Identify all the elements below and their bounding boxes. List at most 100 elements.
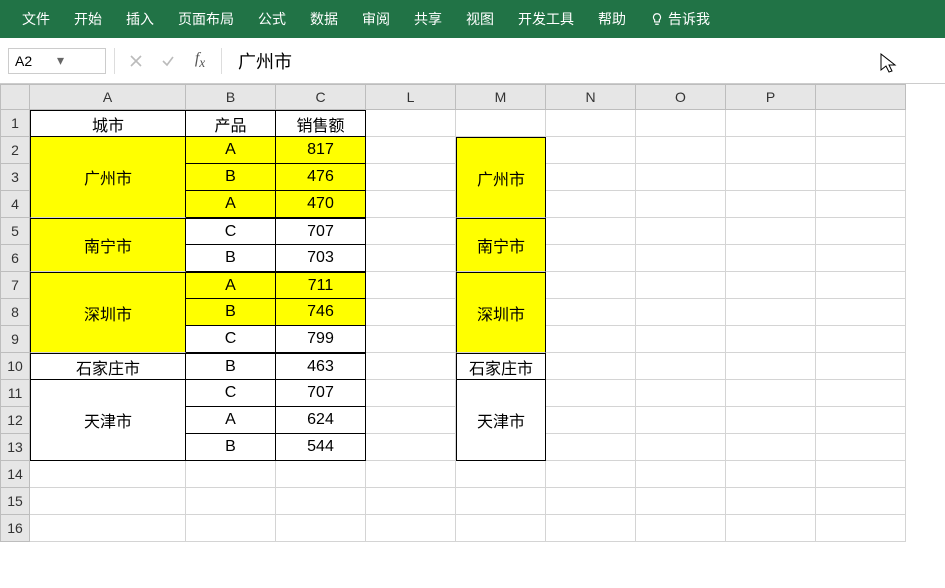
cell[interactable] bbox=[366, 434, 456, 461]
cell[interactable] bbox=[726, 191, 816, 218]
cell[interactable]: A bbox=[186, 407, 276, 434]
tab-insert[interactable]: 插入 bbox=[114, 0, 166, 38]
cell[interactable] bbox=[546, 299, 636, 326]
tab-page-layout[interactable]: 页面布局 bbox=[166, 0, 246, 38]
cell[interactable] bbox=[726, 353, 816, 380]
cell[interactable] bbox=[276, 488, 366, 515]
cell[interactable] bbox=[546, 110, 636, 137]
tab-share[interactable]: 共享 bbox=[402, 0, 454, 38]
cell-merged[interactable]: 深圳市 bbox=[456, 272, 546, 353]
cell[interactable] bbox=[546, 218, 636, 245]
cell[interactable] bbox=[546, 326, 636, 353]
row-header[interactable]: 8 bbox=[0, 299, 30, 326]
cell[interactable] bbox=[366, 407, 456, 434]
tab-help[interactable]: 帮助 bbox=[586, 0, 638, 38]
cell[interactable]: 石家庄市 bbox=[30, 353, 186, 380]
select-all-corner[interactable] bbox=[0, 84, 30, 110]
fx-button[interactable]: fx bbox=[187, 48, 213, 74]
cell[interactable] bbox=[30, 515, 186, 542]
cell[interactable] bbox=[726, 407, 816, 434]
cell[interactable] bbox=[546, 515, 636, 542]
row-header[interactable]: 2 bbox=[0, 137, 30, 164]
row-header[interactable]: 1 bbox=[0, 110, 30, 137]
row-header[interactable]: 7 bbox=[0, 272, 30, 299]
cell[interactable]: C bbox=[186, 326, 276, 353]
cell[interactable] bbox=[456, 110, 546, 137]
cell[interactable]: A bbox=[186, 272, 276, 299]
cell[interactable] bbox=[366, 137, 456, 164]
cell[interactable] bbox=[636, 164, 726, 191]
cell[interactable] bbox=[636, 326, 726, 353]
cell[interactable] bbox=[546, 461, 636, 488]
cell-merged[interactable]: 天津市 bbox=[456, 380, 546, 461]
cell[interactable] bbox=[186, 515, 276, 542]
cell[interactable] bbox=[546, 164, 636, 191]
row-header[interactable]: 3 bbox=[0, 164, 30, 191]
cell[interactable] bbox=[636, 137, 726, 164]
cell[interactable] bbox=[726, 110, 816, 137]
tab-view[interactable]: 视图 bbox=[454, 0, 506, 38]
cell[interactable]: 711 bbox=[276, 272, 366, 299]
row-header[interactable]: 10 bbox=[0, 353, 30, 380]
cell[interactable]: B bbox=[186, 434, 276, 461]
tab-file[interactable]: 文件 bbox=[10, 0, 62, 38]
cell[interactable] bbox=[456, 515, 546, 542]
cell[interactable]: 销售额 bbox=[276, 110, 366, 137]
cell-merged[interactable]: 南宁市 bbox=[456, 218, 546, 272]
col-header-O[interactable]: O bbox=[636, 84, 726, 110]
cell[interactable] bbox=[816, 353, 906, 380]
cell[interactable] bbox=[636, 380, 726, 407]
cell[interactable] bbox=[726, 137, 816, 164]
tab-home[interactable]: 开始 bbox=[62, 0, 114, 38]
cell[interactable] bbox=[816, 488, 906, 515]
cell[interactable] bbox=[366, 380, 456, 407]
cell[interactable] bbox=[726, 299, 816, 326]
cell[interactable] bbox=[636, 461, 726, 488]
row-header[interactable]: 13 bbox=[0, 434, 30, 461]
cell[interactable] bbox=[456, 461, 546, 488]
cell[interactable] bbox=[546, 353, 636, 380]
row-header[interactable]: 14 bbox=[0, 461, 30, 488]
col-header-M[interactable]: M bbox=[456, 84, 546, 110]
cell[interactable]: 624 bbox=[276, 407, 366, 434]
cell[interactable] bbox=[726, 245, 816, 272]
cell[interactable] bbox=[816, 191, 906, 218]
cell[interactable] bbox=[636, 407, 726, 434]
cell-merged[interactable]: 南宁市 bbox=[30, 218, 186, 272]
cell[interactable] bbox=[366, 110, 456, 137]
cell[interactable] bbox=[816, 380, 906, 407]
cell-merged[interactable]: 广州市 bbox=[30, 137, 186, 218]
cell[interactable] bbox=[546, 191, 636, 218]
cell[interactable] bbox=[636, 272, 726, 299]
tab-review[interactable]: 审阅 bbox=[350, 0, 402, 38]
cell[interactable] bbox=[816, 515, 906, 542]
cell[interactable]: B bbox=[186, 299, 276, 326]
cell-merged[interactable]: 广州市 bbox=[456, 137, 546, 218]
cell[interactable] bbox=[816, 164, 906, 191]
cell[interactable] bbox=[636, 191, 726, 218]
cell[interactable] bbox=[636, 245, 726, 272]
cell[interactable] bbox=[366, 272, 456, 299]
cell-merged[interactable]: 天津市 bbox=[30, 380, 186, 461]
cell[interactable] bbox=[366, 299, 456, 326]
cell[interactable] bbox=[636, 218, 726, 245]
cell[interactable] bbox=[366, 218, 456, 245]
row-header[interactable]: 5 bbox=[0, 218, 30, 245]
name-box[interactable]: A2 ▾ bbox=[8, 48, 106, 74]
cell[interactable]: 707 bbox=[276, 380, 366, 407]
cell[interactable]: 703 bbox=[276, 245, 366, 272]
cell[interactable]: B bbox=[186, 353, 276, 380]
cell[interactable] bbox=[726, 218, 816, 245]
cell[interactable] bbox=[456, 488, 546, 515]
cell[interactable]: 城市 bbox=[30, 110, 186, 137]
cell[interactable] bbox=[366, 191, 456, 218]
cell[interactable] bbox=[726, 488, 816, 515]
row-header[interactable]: 6 bbox=[0, 245, 30, 272]
tab-data[interactable]: 数据 bbox=[298, 0, 350, 38]
row-header[interactable]: 15 bbox=[0, 488, 30, 515]
tab-developer[interactable]: 开发工具 bbox=[506, 0, 586, 38]
cell[interactable] bbox=[636, 488, 726, 515]
col-header-C[interactable]: C bbox=[276, 84, 366, 110]
cancel-formula-button[interactable] bbox=[123, 48, 149, 74]
row-header[interactable]: 4 bbox=[0, 191, 30, 218]
